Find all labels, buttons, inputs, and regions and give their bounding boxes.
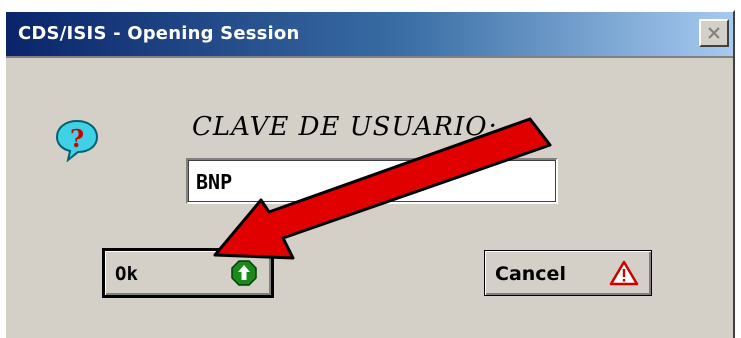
window-title: CDS/ISIS - Opening Session xyxy=(18,23,300,44)
ok-button[interactable]: Ok xyxy=(102,248,274,298)
close-button[interactable] xyxy=(699,19,729,47)
warning-triangle-icon xyxy=(609,260,639,286)
title-divider xyxy=(6,56,733,58)
dialog-window: CDS/ISIS - Opening Session ? CLAVE DE US… xyxy=(4,10,735,338)
password-field-value: BNP xyxy=(196,170,233,194)
cancel-button-label: Cancel xyxy=(495,263,566,285)
green-up-arrow-icon xyxy=(231,260,257,286)
ok-button-label: Ok xyxy=(115,263,138,285)
close-icon xyxy=(708,27,720,39)
password-prompt-label: CLAVE DE USUARIO: xyxy=(192,112,498,142)
cancel-button[interactable]: Cancel xyxy=(484,250,652,296)
password-field[interactable]: BNP xyxy=(186,158,558,204)
question-balloon-icon: ? xyxy=(55,119,99,162)
title-bar[interactable]: CDS/ISIS - Opening Session xyxy=(6,12,733,56)
svg-text:?: ? xyxy=(70,124,84,153)
